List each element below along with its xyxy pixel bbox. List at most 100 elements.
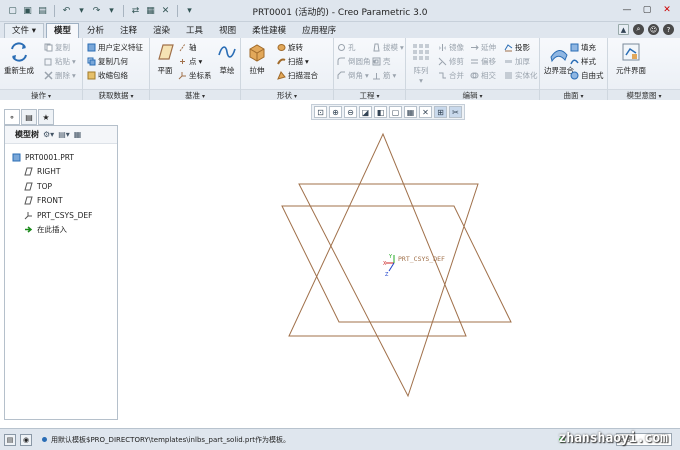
copy-button[interactable]: 复制 [44, 42, 70, 53]
shrinkwrap-button[interactable]: 收缩包络 [87, 70, 128, 81]
regenerate-button[interactable]: 重新生成 [4, 41, 34, 76]
undo-dropdown-icon[interactable]: ▾ [75, 4, 88, 17]
tree-node-top[interactable]: TOP [5, 179, 117, 194]
csys-button[interactable]: 坐标系 [178, 70, 212, 81]
saved-orientations-icon[interactable]: ▢ [389, 106, 402, 118]
tab-tools[interactable]: 工具 [178, 23, 211, 38]
delete-button[interactable]: 删除 ▾ [44, 70, 76, 81]
tab-applications[interactable]: 应用程序 [294, 23, 344, 38]
merge-button[interactable]: 合并 [438, 70, 464, 81]
mirror-button[interactable]: 镜像 [438, 42, 464, 53]
windows-icon[interactable]: ▦ [144, 4, 157, 17]
shell-button[interactable]: 壳 [372, 56, 391, 67]
tab-render[interactable]: 渲染 [145, 23, 178, 38]
style-button[interactable]: 样式 [570, 56, 596, 67]
undo-icon[interactable]: ↶ [60, 4, 73, 17]
zoom-in-icon[interactable]: ⊕ [329, 106, 342, 118]
udf-button[interactable]: 用户定义特征 [87, 42, 143, 53]
tab-file[interactable]: 文件 ▾ [4, 23, 44, 38]
rib-button[interactable]: 筋 ▾ [372, 70, 396, 81]
tree-node-front[interactable]: FRONT [5, 194, 117, 209]
extrude-button[interactable]: 拉伸 [246, 41, 268, 76]
datum-plane-right[interactable] [298, 183, 479, 398]
sweep-button[interactable]: 扫描 ▾ [277, 56, 309, 67]
group-label-editing[interactable]: 编辑 ▾ [406, 89, 539, 100]
zoom-out-icon[interactable]: ⊖ [344, 106, 357, 118]
group-label-engineering[interactable]: 工程 ▾ [334, 89, 405, 100]
offset-button[interactable]: 偏移 [470, 56, 496, 67]
close-button[interactable]: ✕ [658, 2, 676, 18]
freestyle-button[interactable]: 自由式 [570, 70, 604, 81]
view-manager-icon[interactable]: ▦ [404, 106, 417, 118]
chamfer-button[interactable]: 倒角 ▾ [337, 70, 369, 81]
regenerate-icon[interactable]: ⇄ [129, 4, 142, 17]
pattern-button[interactable]: 阵列 ▾ [410, 41, 432, 85]
repaint-icon[interactable]: ◪ [359, 106, 372, 118]
tree-settings-icon[interactable]: ⚙▾ [43, 130, 54, 139]
save-icon[interactable]: ▤ [36, 4, 49, 17]
datum-plane-front[interactable] [281, 205, 512, 323]
group-label-operations[interactable]: 操作 ▾ [0, 89, 82, 100]
tab-annotate[interactable]: 注释 [112, 23, 145, 38]
trim-button[interactable]: 修剪 [438, 56, 464, 67]
refit-icon[interactable]: ⊡ [314, 106, 327, 118]
swept-blend-button[interactable]: 扫描混合 [277, 70, 318, 81]
group-label-datum[interactable]: 基准 ▾ [150, 89, 240, 100]
customize-toolbar-icon[interactable]: ▾ [183, 4, 196, 17]
show-icon[interactable]: ▦ [74, 130, 82, 139]
toggle-browser-icon[interactable]: ◉ [20, 433, 32, 446]
maximize-button[interactable]: ▢ [638, 2, 656, 18]
sketch-button[interactable]: 草绘 [216, 41, 238, 76]
tab-view[interactable]: 视图 [211, 23, 244, 38]
open-folder-icon[interactable]: ▣ [21, 4, 34, 17]
round-button[interactable]: 倒圆角 ▾ [337, 56, 376, 67]
tree-filters-icon[interactable]: ▤▾ [58, 130, 70, 139]
copy-geometry-button[interactable]: 复制几何 [87, 56, 128, 67]
datum-display-filters-icon[interactable]: ✕ [419, 106, 432, 118]
display-style-icon[interactable]: ◧ [374, 106, 387, 118]
redo-dropdown-icon[interactable]: ▾ [105, 4, 118, 17]
csys-triad[interactable]: X Y Z [383, 254, 395, 278]
spin-center-icon[interactable]: ✂ [449, 106, 462, 118]
group-label-get-data[interactable]: 获取数据 ▾ [83, 89, 149, 100]
search-icon[interactable]: ⌕ [633, 24, 644, 35]
tree-node-part[interactable]: PRT0001.PRT [5, 150, 117, 165]
solidify-button[interactable]: 实体化 [504, 70, 538, 81]
revolve-button[interactable]: 旋转 [277, 42, 303, 53]
toggle-navigator-icon[interactable]: ▤ [4, 433, 16, 446]
tab-analysis[interactable]: 分析 [79, 23, 112, 38]
project-button[interactable]: 投影 [504, 42, 530, 53]
tree-node-right[interactable]: RIGHT [5, 165, 117, 180]
group-label-model-intent[interactable]: 模型意图 ▾ [608, 89, 680, 100]
tree-node-csys[interactable]: PRT_CSYS_DEF [5, 208, 117, 223]
model-tree-tab-icon[interactable]: ⚬ [4, 109, 20, 125]
thicken-button[interactable]: 加厚 [504, 56, 530, 67]
tab-model[interactable]: 模型 [45, 23, 79, 38]
component-interface-button[interactable]: 元件界面 [616, 41, 646, 76]
minimize-button[interactable]: — [618, 2, 636, 18]
axis-button[interactable]: 轴 [178, 42, 197, 53]
tree-node-insert-here[interactable]: 在此插入 [5, 223, 117, 238]
annotation-display-icon[interactable]: ⊞ [434, 106, 447, 118]
hole-button[interactable]: 孔 [337, 42, 356, 53]
close-window-icon[interactable]: ✕ [159, 4, 172, 17]
fill-button[interactable]: 填充 [570, 42, 596, 53]
redo-icon[interactable]: ↷ [90, 4, 103, 17]
help-icon[interactable]: ? [663, 24, 674, 35]
community-icon[interactable]: ☺ [648, 24, 659, 35]
folder-browser-tab-icon[interactable]: ▤ [21, 109, 37, 125]
tab-flexible-modeling[interactable]: 柔性建模 [244, 23, 294, 38]
graphics-window[interactable]: X Y Z PRT_CSYS_DEF [121, 124, 676, 424]
new-file-icon[interactable]: ▢ [6, 4, 19, 17]
paste-button[interactable]: 粘贴 ▾ [44, 56, 76, 67]
intersect-button[interactable]: 相交 [470, 70, 496, 81]
favorites-tab-icon[interactable]: ★ [38, 109, 54, 125]
group-label-surfaces[interactable]: 曲面 ▾ [540, 89, 607, 100]
group-label-shapes[interactable]: 形状 ▾ [241, 89, 333, 100]
point-button[interactable]: 点 ▾ [178, 56, 202, 67]
collapse-ribbon-icon[interactable]: ▲ [618, 24, 629, 35]
extend-button[interactable]: 延伸 [470, 42, 496, 53]
draft-button[interactable]: 拔模 ▾ [372, 42, 404, 53]
datum-plane-top[interactable] [288, 132, 467, 337]
plane-button[interactable]: 平面 [154, 41, 176, 76]
